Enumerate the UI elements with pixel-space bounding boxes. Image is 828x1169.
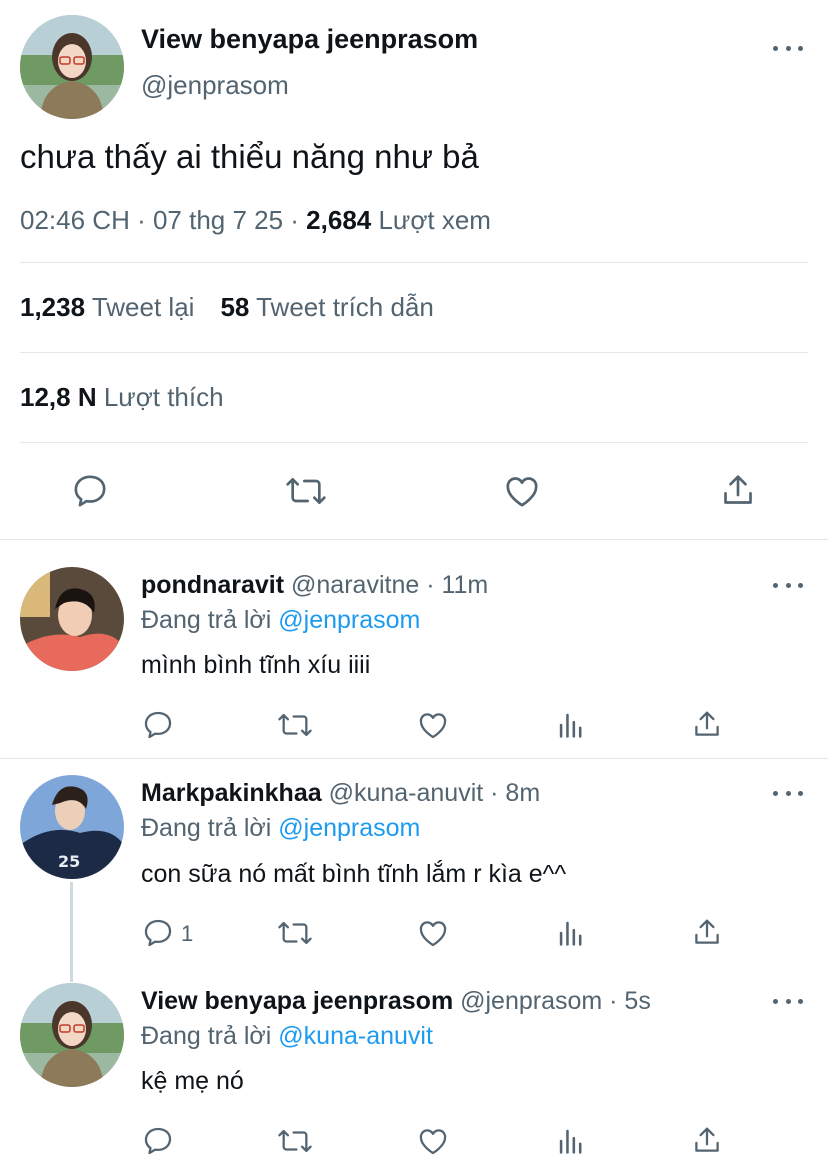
reply-handle-time[interactable]: @naravitne · 11m [284, 571, 488, 599]
share-icon[interactable] [718, 470, 758, 510]
reply-text: con sữa nó mất bình tĩnh lắm r kìa e^^ [141, 860, 567, 888]
share-icon[interactable] [690, 915, 724, 949]
reply-text: kệ mẹ nó [141, 1067, 244, 1095]
main-handle[interactable]: @jenprasom [141, 70, 289, 101]
like-icon[interactable] [415, 916, 451, 950]
more-icon[interactable] [773, 783, 803, 803]
retweet-icon[interactable] [276, 916, 314, 950]
retweet-icon[interactable] [284, 471, 328, 511]
views-count: 2,684 [306, 205, 372, 235]
divider [20, 442, 808, 443]
more-icon[interactable] [773, 38, 803, 58]
replying-to: Đang trả lời @jenprasom [141, 814, 420, 843]
replying-to-link[interactable]: @jenprasom [278, 814, 420, 842]
reply-display-name[interactable]: pondnaravit [141, 571, 284, 599]
reply-header: pondnaravit @naravitne · 11m [141, 571, 488, 600]
likes-label: Lượt thích [96, 382, 224, 412]
tweet-timestamp[interactable]: 02:46 CH · 07 thg 7 25 · [20, 205, 306, 235]
reply-icon[interactable] [70, 471, 110, 511]
reply-display-name[interactable]: View benyapa jeenprasom [141, 987, 453, 1015]
analytics-icon[interactable] [554, 708, 588, 742]
reply-count: 1 [181, 921, 194, 946]
divider [0, 539, 828, 540]
more-icon[interactable] [773, 575, 803, 595]
reply-icon[interactable] [141, 1124, 175, 1158]
svg-text:25: 25 [58, 852, 80, 871]
quotes-count: 58 [220, 292, 250, 322]
analytics-icon[interactable] [554, 1124, 588, 1158]
retweet-stats[interactable]: 1,238 Tweet lại 58 Tweet trích dẫn [20, 292, 434, 323]
like-icon[interactable] [501, 471, 543, 511]
main-display-name[interactable]: View benyapa jeenprasom [141, 24, 478, 55]
divider [0, 758, 828, 759]
quotes-label: Tweet trích dẫn [249, 292, 434, 322]
analytics-icon[interactable] [554, 916, 588, 950]
reply-handle-time[interactable]: @jenprasom · 5s [453, 987, 651, 1015]
replying-prefix: Đang trả lời [141, 814, 279, 842]
replying-to-link[interactable]: @kuna-anuvit [278, 1022, 433, 1050]
divider [20, 352, 808, 353]
more-icon[interactable] [773, 991, 803, 1011]
reply-avatar[interactable] [20, 983, 124, 1087]
reply-text: mình bình tĩnh xíu iiii [141, 651, 371, 679]
replying-to: Đang trả lời @jenprasom [141, 606, 420, 635]
like-icon[interactable] [415, 1124, 451, 1158]
replying-to: Đang trả lời @kuna-anuvit [141, 1022, 433, 1051]
reply-icon[interactable] [141, 708, 175, 742]
replying-prefix: Đang trả lời [141, 606, 279, 634]
thread-connector [70, 882, 73, 982]
reply-avatar[interactable] [20, 567, 124, 671]
retweet-icon[interactable] [276, 708, 314, 742]
likes-count: 12,8 N [20, 382, 97, 412]
reply-display-name[interactable]: Markpakinkhaa [141, 779, 322, 807]
views-label: Lượt xem [371, 205, 491, 235]
reply-header: Markpakinkhaa @kuna-anuvit · 8m [141, 779, 540, 808]
tweet-meta: 02:46 CH · 07 thg 7 25 · 2,684 Lượt xem [20, 205, 491, 236]
retweets-label: Tweet lại [85, 292, 195, 322]
reply-icon[interactable] [141, 916, 175, 950]
share-icon[interactable] [690, 707, 724, 741]
retweet-icon[interactable] [276, 1124, 314, 1158]
share-icon[interactable] [690, 1123, 724, 1157]
reply-avatar[interactable]: 25 [20, 775, 124, 879]
main-avatar[interactable] [20, 15, 124, 119]
retweets-count: 1,238 [20, 292, 86, 322]
main-tweet-text: chưa thấy ai thiểu năng như bả [20, 138, 479, 175]
reply-handle-time[interactable]: @kuna-anuvit · 8m [322, 779, 541, 807]
reply-header: View benyapa jeenprasom @jenprasom · 5s [141, 987, 651, 1016]
like-icon[interactable] [415, 708, 451, 742]
like-stats[interactable]: 12,8 N Lượt thích [20, 382, 224, 413]
replying-to-link[interactable]: @jenprasom [278, 606, 420, 634]
divider [20, 262, 808, 263]
replying-prefix: Đang trả lời [141, 1022, 279, 1050]
